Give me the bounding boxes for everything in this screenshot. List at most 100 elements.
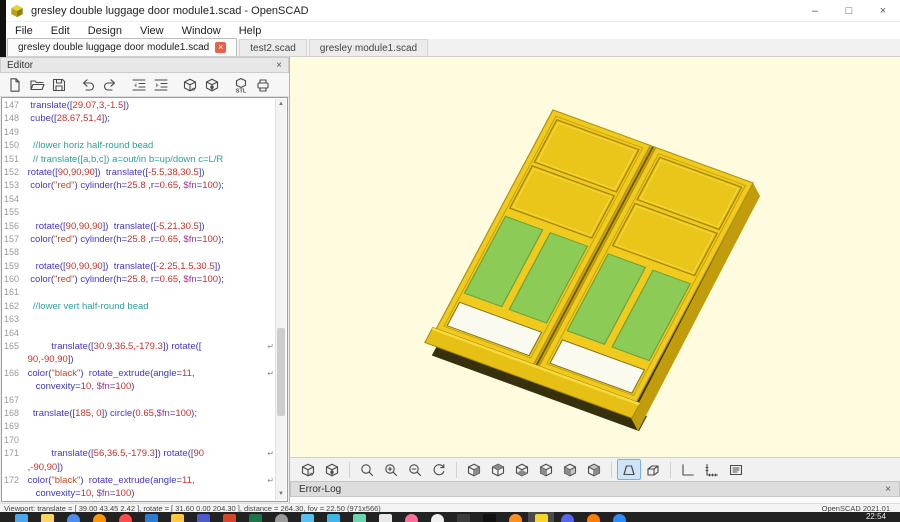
view-back-button[interactable] xyxy=(582,459,606,480)
code-line[interactable]: convexity=10, $fn=100) xyxy=(3,487,275,500)
tab-gresley-module1-scad[interactable]: gresley module1.scad xyxy=(309,39,428,56)
code-line[interactable]: 162 //lower vert half-round bead xyxy=(3,300,275,313)
redo-button[interactable] xyxy=(99,75,121,95)
code-line[interactable]: 152 rotate([90,90,90]) translate([-5.5,3… xyxy=(3,166,275,179)
code-line[interactable]: 164 xyxy=(3,327,275,340)
code-line[interactable]: 172 color("black") rotate_extrude(angle=… xyxy=(3,474,275,487)
code-line[interactable]: 154 xyxy=(3,193,275,206)
menu-edit[interactable]: Edit xyxy=(42,25,79,37)
taskbar-icon-word[interactable] xyxy=(138,512,164,522)
menu-view[interactable]: View xyxy=(131,25,173,37)
editor-panel-header[interactable]: Editor × xyxy=(0,57,289,73)
code-line[interactable]: 170 xyxy=(3,434,275,447)
undo-button[interactable] xyxy=(77,75,99,95)
menu-design[interactable]: Design xyxy=(79,25,131,37)
code-line[interactable]: 160 color("red") cylinder(h=25.8, r=0.65… xyxy=(3,273,275,286)
code-line[interactable]: 147 translate([29.07,3,-1.5]) xyxy=(3,99,275,112)
zoom-in-button[interactable] xyxy=(379,459,403,480)
taskbar-icon-inkscape[interactable] xyxy=(476,512,502,522)
scroll-up-icon[interactable]: ▲ xyxy=(276,99,286,110)
export-stl-button[interactable]: STL xyxy=(230,75,252,95)
unindent-button[interactable] xyxy=(128,75,150,95)
code-line[interactable]: ,-90,90]) xyxy=(3,461,275,474)
code-line[interactable]: 167 xyxy=(3,394,275,407)
taskbar-icon-zoom[interactable] xyxy=(606,512,632,522)
code-line[interactable]: 161 xyxy=(3,286,275,299)
code-line[interactable]: 153 color("red") cylinder(h=25.8 ,r=0.65… xyxy=(3,179,275,192)
code-line[interactable]: 169 xyxy=(3,420,275,433)
code-line[interactable]: 168 translate([185, 0]) circle(0.65,$fn=… xyxy=(3,407,275,420)
view-top-button[interactable] xyxy=(486,459,510,480)
editor-close-icon[interactable]: × xyxy=(276,60,282,71)
new-button[interactable] xyxy=(4,75,26,95)
code-line[interactable]: convexity=10, $fn=100) xyxy=(3,380,275,393)
perspective-button[interactable] xyxy=(617,459,641,480)
code-line[interactable]: 90,-90,90]) xyxy=(3,353,275,366)
code-line[interactable]: 149 xyxy=(3,126,275,139)
close-button[interactable]: × xyxy=(866,5,900,17)
taskbar-icon-github[interactable] xyxy=(424,512,450,522)
code-line[interactable]: 166 color("black") rotate_extrude(angle=… xyxy=(3,367,275,380)
view-all-button[interactable] xyxy=(724,459,748,480)
menu-window[interactable]: Window xyxy=(173,25,230,37)
view-front-button[interactable] xyxy=(558,459,582,480)
taskbar-icon-excel[interactable] xyxy=(242,512,268,522)
code-line[interactable]: 157 color("red") cylinder(h=25.8 ,r=0.65… xyxy=(3,233,275,246)
editor-scrollbar[interactable]: ▲ ▼ xyxy=(275,99,286,500)
scroll-down-icon[interactable]: ▼ xyxy=(276,489,286,500)
reset-view-button[interactable] xyxy=(427,459,451,480)
taskbar-icon-windows[interactable] xyxy=(8,512,34,522)
taskbar-icon-powerpoint[interactable] xyxy=(216,512,242,522)
code-line[interactable]: 151 // translate([a,b,c]) a=out/in b=up/… xyxy=(3,153,275,166)
taskbar-icon-folder[interactable] xyxy=(164,512,190,522)
view-bottom-button[interactable] xyxy=(510,459,534,480)
code-line[interactable]: 158 xyxy=(3,246,275,259)
minimize-button[interactable]: – xyxy=(798,5,832,17)
taskbar-icon-mail[interactable] xyxy=(320,512,346,522)
preview-button[interactable]: » xyxy=(296,459,320,480)
code-line[interactable]: 150 //lower horiz half-round bead xyxy=(3,139,275,152)
render-button[interactable] xyxy=(320,459,344,480)
menu-file[interactable]: File xyxy=(6,25,42,37)
show-scale-markers-button[interactable] xyxy=(700,459,724,480)
taskbar-icon-discord[interactable] xyxy=(554,512,580,522)
errorlog-panel-header[interactable]: Error-Log × xyxy=(290,481,900,497)
taskbar-icon-settings[interactable] xyxy=(268,512,294,522)
taskbar-icon-calculator[interactable] xyxy=(346,512,372,522)
taskbar-icon-notepad[interactable] xyxy=(372,512,398,522)
orthographic-button[interactable] xyxy=(641,459,665,480)
indent-button[interactable] xyxy=(150,75,172,95)
taskbar-icon-opera[interactable] xyxy=(112,512,138,522)
tab-test2-scad[interactable]: test2.scad xyxy=(239,39,307,56)
save-button[interactable] xyxy=(48,75,70,95)
taskbar-clock[interactable]: 22:54 xyxy=(866,512,886,522)
scrollbar-thumb[interactable] xyxy=(277,328,285,416)
code-line[interactable]: 159 rotate([90,90,90]) translate([-2.25,… xyxy=(3,260,275,273)
taskbar-icon-file-explorer[interactable] xyxy=(34,512,60,522)
code-line[interactable]: 165 translate([30.9,36.5,-179.3]) rotate… xyxy=(3,340,275,353)
view-left-button[interactable] xyxy=(534,459,558,480)
preview-button[interactable]: » xyxy=(179,75,201,95)
taskbar-icon-openscad[interactable] xyxy=(528,512,554,522)
taskbar-icon-vlc[interactable] xyxy=(580,512,606,522)
taskbar-icon-photos[interactable] xyxy=(294,512,320,522)
maximize-button[interactable]: □ xyxy=(832,5,866,17)
tab-close-icon[interactable]: × xyxy=(215,42,226,53)
open-button[interactable] xyxy=(26,75,48,95)
menu-help[interactable]: Help xyxy=(230,25,271,37)
zoom-all-button[interactable] xyxy=(355,459,379,480)
code-line[interactable]: 155 xyxy=(3,206,275,219)
show-axes-button[interactable] xyxy=(676,459,700,480)
errorlog-close-icon[interactable]: × xyxy=(885,484,891,495)
taskbar-icon-paint[interactable] xyxy=(398,512,424,522)
taskbar-icon-firefox[interactable] xyxy=(86,512,112,522)
render-button[interactable] xyxy=(201,75,223,95)
code-line[interactable]: 156 rotate([90,90,90]) translate([-5,21,… xyxy=(3,220,275,233)
taskbar-icon-terminal[interactable] xyxy=(450,512,476,522)
code-editor[interactable]: 147 translate([29.07,3,-1.5])148 cube([2… xyxy=(1,97,288,502)
code-line[interactable]: 171 translate([56,36.5,-179.3]) rotate([… xyxy=(3,447,275,460)
taskbar-icon-chrome[interactable] xyxy=(60,512,86,522)
tab-gresley-double-luggage-door-module1-scad[interactable]: gresley double luggage door module1.scad… xyxy=(7,38,237,56)
code-line[interactable]: 163 xyxy=(3,313,275,326)
zoom-out-button[interactable] xyxy=(403,459,427,480)
